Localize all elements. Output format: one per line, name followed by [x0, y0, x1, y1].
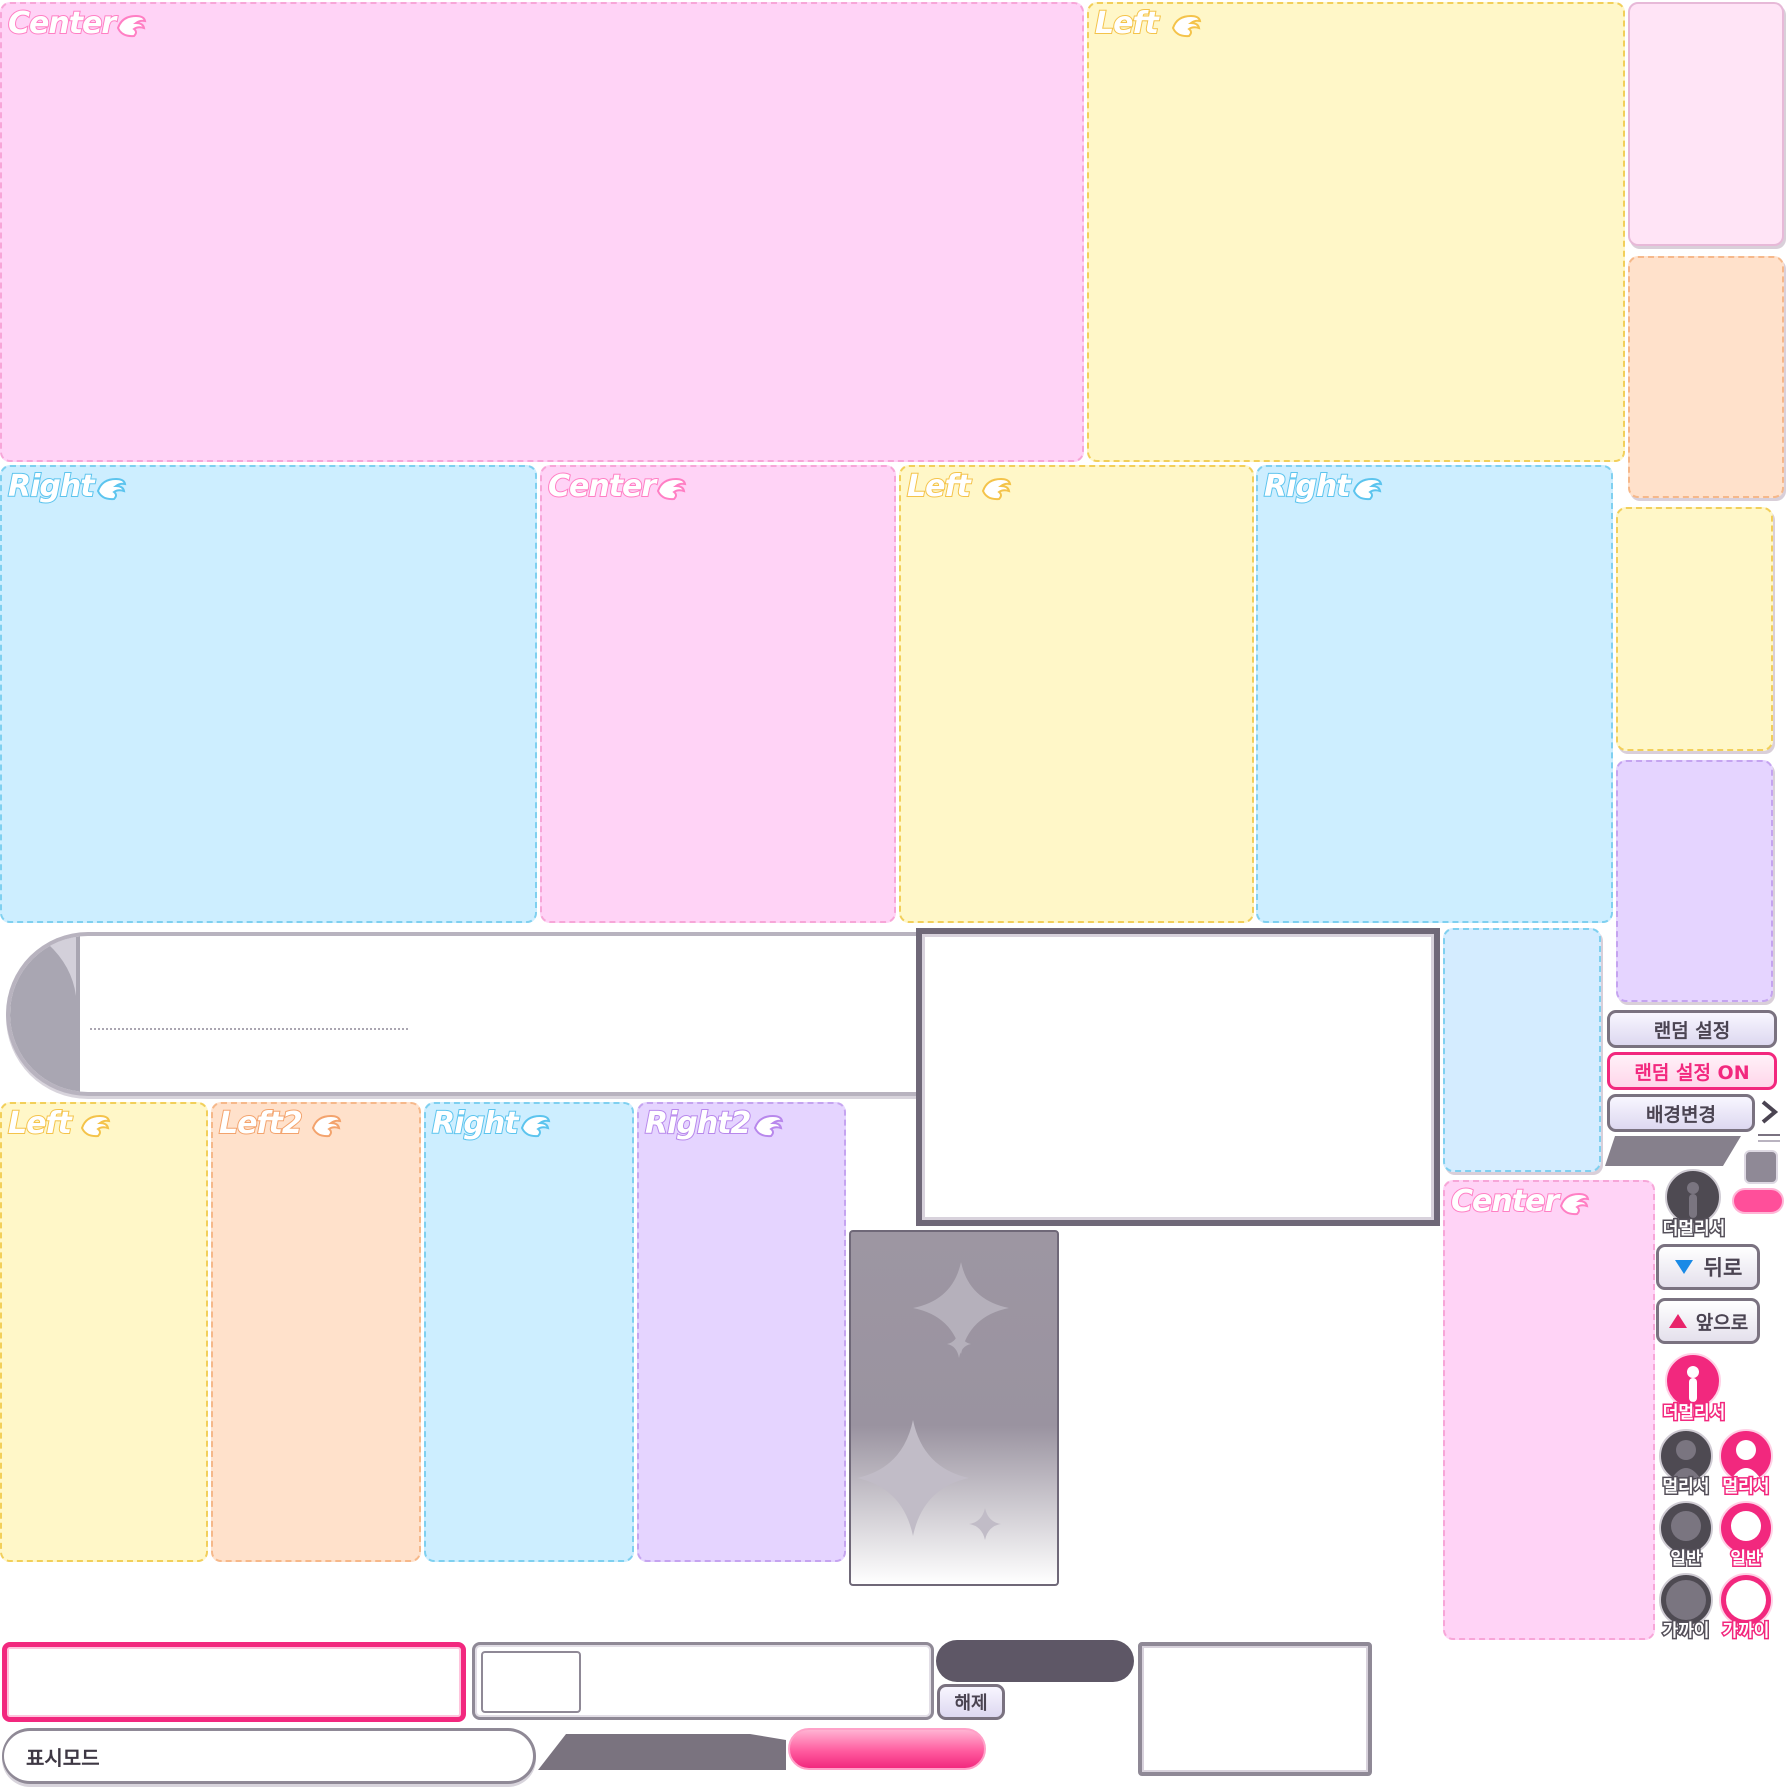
- swatch-blue: [1443, 928, 1601, 1172]
- panel-low-right: Right: [424, 1102, 634, 1562]
- forward-button-label: 앞으로: [1695, 1311, 1749, 1334]
- panel-title: Right2: [644, 1105, 752, 1142]
- panel-title: Center: [1450, 1183, 1560, 1220]
- wing-icon: [753, 1114, 784, 1138]
- wing-icon: [520, 1114, 551, 1138]
- dark-pill: [936, 1640, 1134, 1682]
- pink-pill-bar[interactable]: [788, 1728, 986, 1770]
- wing-icon: [80, 1114, 111, 1138]
- panel-top-left: Left: [1087, 2, 1625, 462]
- random-on-button-label: 랜덤 설정 ON: [1634, 1061, 1750, 1084]
- panel-title: Left: [906, 468, 972, 505]
- background-button[interactable]: 배경변경: [1607, 1094, 1755, 1132]
- panel-mid-right-2: Right: [1256, 465, 1613, 923]
- gray-square: [1744, 1150, 1778, 1184]
- forward-button[interactable]: 앞으로: [1656, 1298, 1760, 1344]
- panel-mid-left: Left: [899, 465, 1254, 923]
- panel-title: Center: [7, 5, 117, 42]
- panel-title: Right: [1263, 468, 1352, 505]
- random-button-label: 랜덤 설정: [1653, 1019, 1731, 1042]
- panel-top-center: Center: [0, 2, 1084, 462]
- chevron-right-icon[interactable]: [1758, 1098, 1782, 1126]
- swatch-pink: [1628, 2, 1784, 246]
- panel-title: Left2: [218, 1105, 304, 1142]
- panel-title: Right: [7, 468, 96, 505]
- divider: [1758, 1140, 1780, 1142]
- display-mode-label: 표시모드: [26, 1745, 100, 1770]
- triangle-down-icon: [1674, 1260, 1693, 1274]
- wing-icon: [96, 477, 127, 501]
- panel-title: Left: [7, 1105, 73, 1142]
- dialog-bar: [6, 932, 926, 1096]
- distance-close-gray-label: 가까이: [1661, 1620, 1711, 1643]
- gray-input-frame[interactable]: [472, 1642, 934, 1720]
- panel-low-left: Left: [0, 1102, 208, 1562]
- distance-close-pink-label: 가까이: [1721, 1620, 1771, 1643]
- dialog-cap: [10, 936, 80, 1092]
- pink-pill: [1732, 1188, 1784, 1214]
- sparkle-card: [849, 1230, 1059, 1586]
- panel-title: Right: [431, 1105, 520, 1142]
- preview-frame: [1138, 1642, 1372, 1776]
- slant-bar: [538, 1734, 786, 1770]
- wing-icon: [1352, 477, 1383, 501]
- distance-normal-pink-label: 일반: [1729, 1548, 1763, 1571]
- display-mode-bar[interactable]: 표시모드: [2, 1728, 536, 1784]
- sparkle-icon: [857, 1262, 1009, 1540]
- wing-icon: [116, 14, 147, 38]
- panel-mid-center: Center: [540, 465, 896, 923]
- panel-title: Left: [1094, 5, 1160, 42]
- distance-far-gray-label: 멀리서: [1661, 1476, 1711, 1499]
- pink-input-frame[interactable]: [2, 1642, 466, 1722]
- panel-low-left2: Left2: [211, 1102, 421, 1562]
- swatch-peach: [1628, 256, 1784, 498]
- panel-title: Center: [547, 468, 657, 505]
- triangle-up-icon: [1668, 1314, 1687, 1328]
- wing-icon: [1559, 1192, 1590, 1216]
- wing-icon: [656, 477, 687, 501]
- random-on-button[interactable]: 랜덤 설정 ON: [1607, 1052, 1777, 1090]
- panel-low-right2: Right2: [637, 1102, 846, 1562]
- panel-side-center: Center: [1443, 1180, 1655, 1640]
- swatch-lavender: [1616, 760, 1773, 1002]
- dialog-underline: [90, 1028, 408, 1030]
- wing-icon: [311, 1114, 342, 1138]
- slant-bar: [1605, 1136, 1741, 1166]
- back-button[interactable]: 뒤로: [1656, 1244, 1760, 1290]
- random-button[interactable]: 랜덤 설정: [1607, 1010, 1777, 1048]
- window-frame: [916, 928, 1440, 1226]
- release-button[interactable]: 해제: [937, 1684, 1005, 1720]
- distance-normal-gray-label: 일반: [1669, 1548, 1703, 1571]
- distance-far-pink-label: 멀리서: [1721, 1476, 1771, 1499]
- distance-farthest-gray-label: 더멀리서: [1661, 1218, 1727, 1241]
- wing-icon: [1171, 14, 1202, 38]
- distance-farthest-pink-label: 더멀리서: [1661, 1402, 1727, 1425]
- release-button-label: 해제: [954, 1693, 988, 1714]
- thumbnail-box: [481, 1651, 581, 1713]
- wing-icon: [981, 477, 1012, 501]
- panel-mid-right: Right: [0, 465, 537, 923]
- swatch-yellow: [1616, 507, 1773, 751]
- back-button-label: 뒤로: [1703, 1256, 1743, 1280]
- divider: [1758, 1134, 1780, 1136]
- background-button-label: 배경변경: [1646, 1103, 1716, 1126]
